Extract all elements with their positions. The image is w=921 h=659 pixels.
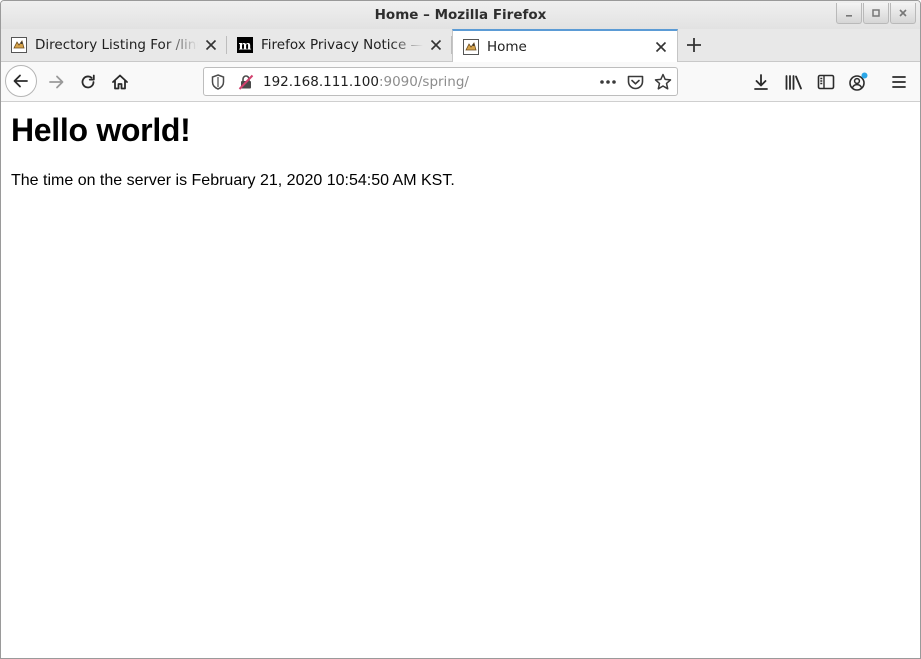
close-icon	[430, 39, 442, 51]
more-actions-icon[interactable]	[598, 72, 618, 92]
tomcat-icon	[463, 38, 479, 55]
reload-icon	[81, 74, 95, 89]
menu-button[interactable]	[884, 67, 914, 97]
close-icon	[899, 9, 907, 17]
server-time-text: The time on the server is February 21, 2…	[11, 172, 455, 189]
close-icon	[655, 41, 667, 52]
downloads-icon	[754, 74, 768, 90]
library-button[interactable]	[779, 67, 809, 97]
title-bar[interactable]: Home – Mozilla Firefox	[1, 1, 920, 29]
reload-button[interactable]	[73, 67, 103, 97]
library-icon	[785, 75, 802, 90]
sidebar-icon	[817, 74, 835, 90]
back-button[interactable]	[5, 65, 37, 97]
page-heading: Hello world!	[11, 112, 191, 148]
tab-home[interactable]: Home	[452, 29, 678, 62]
home-button[interactable]	[105, 67, 135, 97]
tab-strip: Directory Listing For /linux m Firefox P…	[1, 29, 920, 62]
tab-label: Directory Listing For /linux	[35, 37, 198, 53]
url-text[interactable]: 192.168.111.100:9090/spring/	[263, 74, 469, 90]
plus-icon	[687, 38, 701, 52]
url-bar[interactable]: 192.168.111.100:9090/spring/	[203, 67, 678, 96]
url-path: :9090/spring/	[378, 74, 469, 90]
maximize-icon	[872, 9, 880, 17]
minimize-button[interactable]	[836, 3, 862, 24]
back-icon	[13, 74, 28, 88]
notification-badge	[861, 72, 868, 79]
window-controls	[835, 3, 916, 25]
new-tab-button[interactable]	[681, 32, 707, 58]
sidebar-button[interactable]	[811, 67, 841, 97]
close-tab-button[interactable]	[423, 32, 449, 58]
svg-text:m: m	[239, 39, 252, 53]
menu-icon	[892, 76, 906, 88]
tab-label: Home	[487, 38, 527, 55]
close-icon	[205, 39, 217, 51]
forward-icon	[49, 75, 64, 89]
maximize-button[interactable]	[863, 3, 889, 24]
tab-label: Firefox Privacy Notice — Mozilla	[261, 37, 423, 53]
page-content: Hello world! The time on the server is F…	[1, 102, 920, 658]
tomcat-icon	[11, 37, 27, 53]
minimize-icon	[846, 15, 852, 17]
mozilla-m-icon: m	[237, 37, 253, 53]
pocket-icon[interactable]	[625, 72, 645, 92]
browser-window: Home – Mozilla Firefox Directory Listing…	[0, 0, 921, 659]
account-button[interactable]	[843, 67, 873, 97]
shield-icon[interactable]	[208, 72, 228, 92]
url-host: 192.168.111.100	[263, 74, 379, 90]
insecure-connection-icon[interactable]	[236, 72, 256, 92]
bookmark-star-icon[interactable]	[653, 72, 673, 92]
tab-firefox-privacy-notice[interactable]: m Firefox Privacy Notice — Mozilla	[227, 29, 452, 61]
tab-directory-listing[interactable]: Directory Listing For /linux	[1, 29, 227, 61]
forward-button[interactable]	[41, 67, 71, 97]
close-window-button[interactable]	[890, 3, 916, 24]
close-tab-button[interactable]	[198, 32, 224, 58]
navigation-toolbar: 192.168.111.100:9090/spring/	[1, 62, 920, 102]
downloads-button[interactable]	[746, 67, 776, 97]
home-icon	[112, 74, 128, 90]
window-title: Home – Mozilla Firefox	[374, 7, 547, 23]
account-icon	[849, 72, 868, 91]
close-tab-button[interactable]	[648, 34, 674, 60]
